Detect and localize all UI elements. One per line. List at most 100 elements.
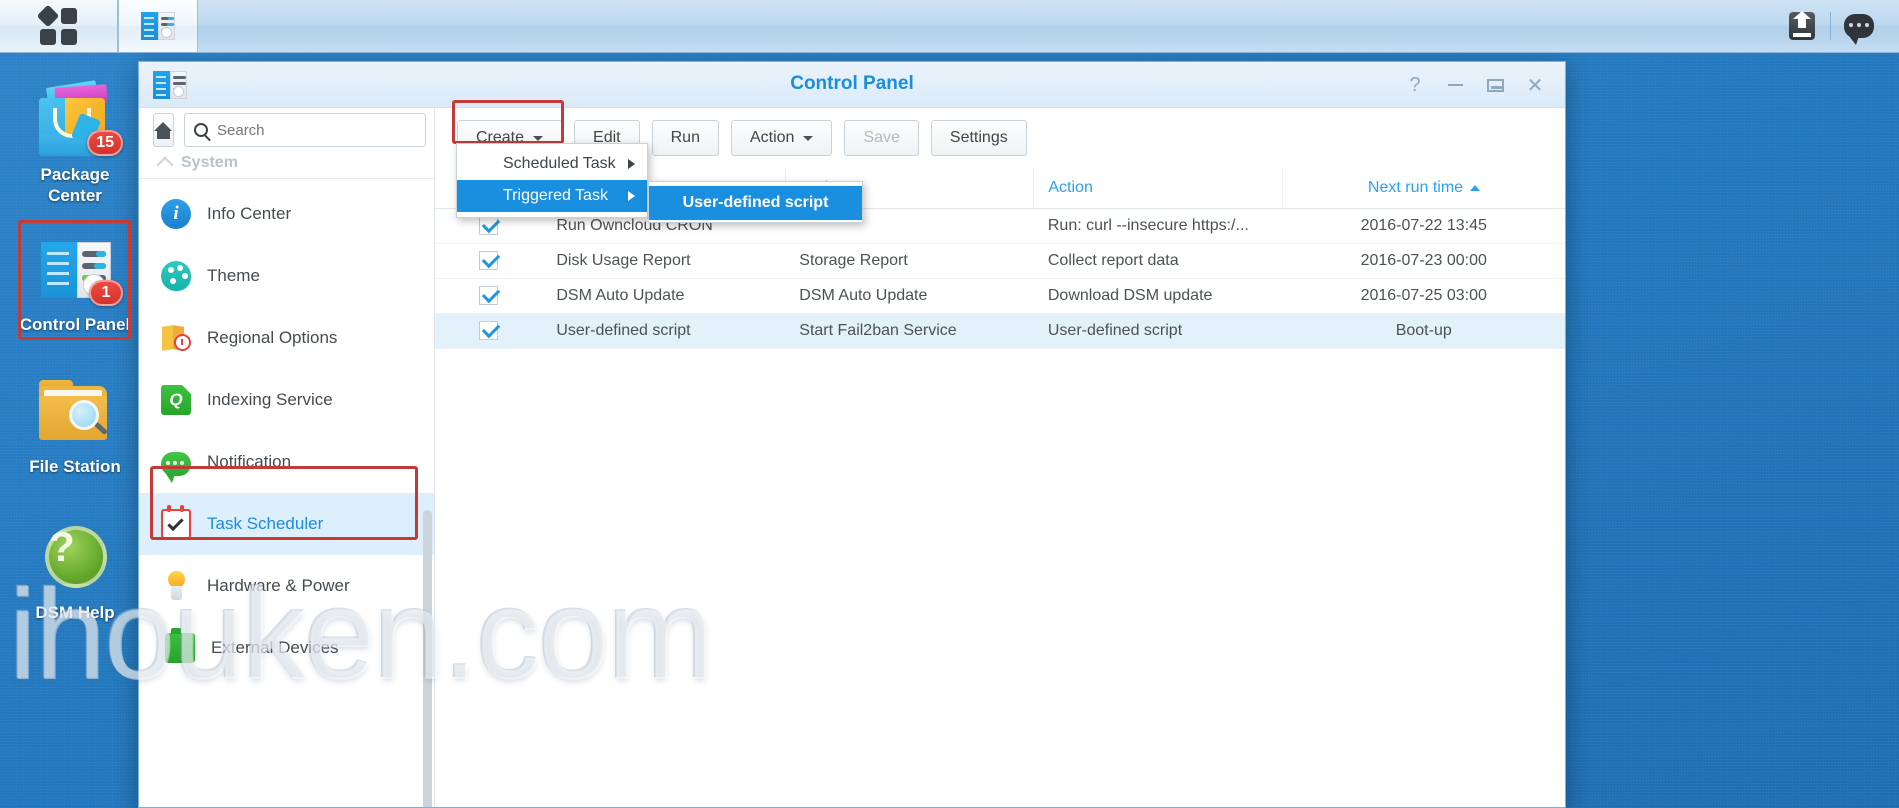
table-row[interactable]: Disk Usage Report Storage Report Collect… xyxy=(435,243,1565,279)
action-button[interactable]: Action xyxy=(730,120,833,156)
menu-item-user-defined-script[interactable]: User-defined script xyxy=(649,186,862,220)
cell-applications: Disk Usage Report xyxy=(542,243,786,279)
submenu-arrow-icon xyxy=(628,159,635,169)
cell-action: Collect report data xyxy=(1033,243,1283,279)
menu-item-label: Scheduled Task xyxy=(503,155,616,172)
package-center-badge: 15 xyxy=(87,130,123,156)
taskbar-window-control-panel[interactable] xyxy=(118,0,198,52)
upload-icon xyxy=(1789,11,1815,40)
speech-bubble-icon xyxy=(161,451,191,483)
sidebar-item-external-devices[interactable]: External Devices xyxy=(139,617,434,679)
close-icon: ✕ xyxy=(1526,74,1544,97)
taskbar xyxy=(0,0,1899,53)
notifications-chat-icon xyxy=(1844,14,1874,45)
sidebar-item-label: Indexing Service xyxy=(207,390,333,409)
column-header-action[interactable]: Action xyxy=(1033,168,1283,209)
cell-next-run-time: 2016-07-25 03:00 xyxy=(1282,278,1565,314)
chevron-down-icon xyxy=(803,135,814,141)
sidebar-item-label: Notification xyxy=(207,452,292,471)
row-checkbox[interactable] xyxy=(479,321,499,340)
maximize-button[interactable] xyxy=(1475,62,1515,108)
run-button-label: Run xyxy=(670,129,700,146)
save-button-label: Save xyxy=(863,129,900,146)
settings-button[interactable]: Settings xyxy=(930,120,1027,156)
minimize-icon xyxy=(1447,84,1463,86)
map-clock-icon xyxy=(161,323,191,353)
help-icon: ? xyxy=(1409,73,1421,96)
table-row[interactable]: User-defined script Start Fail2ban Servi… xyxy=(435,313,1565,349)
sidebar-item-notification[interactable]: Notification xyxy=(139,431,434,493)
cell-enabled[interactable] xyxy=(435,313,543,349)
menu-item-triggered-task[interactable]: Triggered Task xyxy=(457,180,647,212)
lightbulb-icon xyxy=(161,571,191,601)
desktop-icon-package-center[interactable]: 15 Package Center xyxy=(0,78,150,206)
run-button[interactable]: Run xyxy=(651,120,719,156)
sidebar-group-system[interactable]: System xyxy=(139,152,434,179)
sidebar-scrollbar-thumb[interactable] xyxy=(423,510,432,807)
search-box[interactable] xyxy=(184,113,426,147)
row-checkbox[interactable] xyxy=(479,286,499,305)
sidebar-item-hardware-power[interactable]: Hardware & Power xyxy=(139,555,434,617)
desktop-icon-label: Package Center xyxy=(40,165,110,205)
sidebar-item-label: External Devices xyxy=(211,638,339,657)
close-button[interactable]: ✕ xyxy=(1515,62,1555,108)
control-panel-badge: 1 xyxy=(89,280,123,306)
column-header-next-run-time[interactable]: Next run time xyxy=(1282,168,1565,209)
palette-icon xyxy=(161,261,191,291)
menu-item-label: Triggered Task xyxy=(503,187,608,204)
taskbar-notifications-button[interactable] xyxy=(1831,0,1887,52)
window-controls: ? ✕ xyxy=(1395,62,1555,108)
home-button[interactable] xyxy=(153,113,174,147)
triggered-task-submenu: User-defined script xyxy=(648,181,863,223)
info-icon: i xyxy=(161,199,191,229)
control-panel-desktop-icon: 1 xyxy=(31,228,123,310)
control-panel-icon xyxy=(141,12,175,40)
row-checkbox[interactable] xyxy=(479,216,499,235)
sidebar-item-label: Hardware & Power xyxy=(207,576,350,595)
cell-enabled[interactable] xyxy=(435,243,543,279)
menu-item-scheduled-task[interactable]: Scheduled Task xyxy=(457,148,647,180)
task-table-wrap: Applications Task Action Next run time R… xyxy=(435,168,1565,807)
sidebar-item-task-scheduler[interactable]: Task Scheduler xyxy=(139,493,434,555)
calendar-check-icon xyxy=(161,505,191,539)
desktop-icon-file-station[interactable]: File Station xyxy=(0,370,150,477)
row-checkbox[interactable] xyxy=(479,251,499,270)
home-icon xyxy=(154,121,173,139)
cell-applications: User-defined script xyxy=(542,313,786,349)
sidebar-item-regional-options[interactable]: Regional Options xyxy=(139,307,434,369)
sidebar-item-label: Theme xyxy=(207,266,260,285)
cell-applications: DSM Auto Update xyxy=(542,278,786,314)
window-titlebar[interactable]: Control Panel ? ✕ xyxy=(139,62,1565,108)
control-panel-window: Control Panel ? ✕ System xyxy=(138,61,1566,808)
desktop-icon-label: File Station xyxy=(29,457,121,476)
create-dropdown-menu: Scheduled Task Triggered Task xyxy=(456,143,648,218)
usb-device-icon xyxy=(165,628,195,663)
sidebar-item-label: Task Scheduler xyxy=(207,514,324,533)
cell-action: Run: curl --insecure https:/... xyxy=(1033,208,1283,244)
chevron-down-icon xyxy=(533,135,544,141)
page-title: Control Panel xyxy=(790,73,914,94)
sidebar-item-info-center[interactable]: i Info Center xyxy=(139,183,434,245)
taskbar-main-menu-button[interactable] xyxy=(0,0,118,52)
desktop-icon-label: DSM Help xyxy=(35,603,115,622)
help-button[interactable]: ? xyxy=(1395,62,1435,108)
cell-next-run-time: Boot-up xyxy=(1282,313,1565,349)
settings-button-label: Settings xyxy=(949,129,1008,146)
desktop-icon-dsm-help[interactable]: ? DSM Help xyxy=(0,516,150,623)
dsm-help-icon: ? xyxy=(31,516,119,598)
sidebar-item-indexing-service[interactable]: Q Indexing Service xyxy=(139,369,434,431)
taskbar-upload-button[interactable] xyxy=(1774,0,1830,52)
menu-item-label: User-defined script xyxy=(682,194,829,211)
desktop-icon-control-panel[interactable]: 1 Control Panel xyxy=(0,228,150,335)
sidebar-group-label: System xyxy=(181,154,238,171)
cell-enabled[interactable] xyxy=(435,278,543,314)
table-row[interactable]: DSM Auto Update DSM Auto Update Download… xyxy=(435,278,1565,314)
desktop-icon-label: Control Panel xyxy=(19,315,131,334)
grid-apps-icon xyxy=(36,4,79,46)
sidebar-item-theme[interactable]: Theme xyxy=(139,245,434,307)
minimize-button[interactable] xyxy=(1435,62,1475,108)
sidebar-item-label: Info Center xyxy=(207,204,292,223)
sidebar-scrollbar[interactable] xyxy=(423,154,432,807)
search-input[interactable] xyxy=(217,121,416,139)
cell-next-run-time: 2016-07-22 13:45 xyxy=(1282,208,1565,244)
